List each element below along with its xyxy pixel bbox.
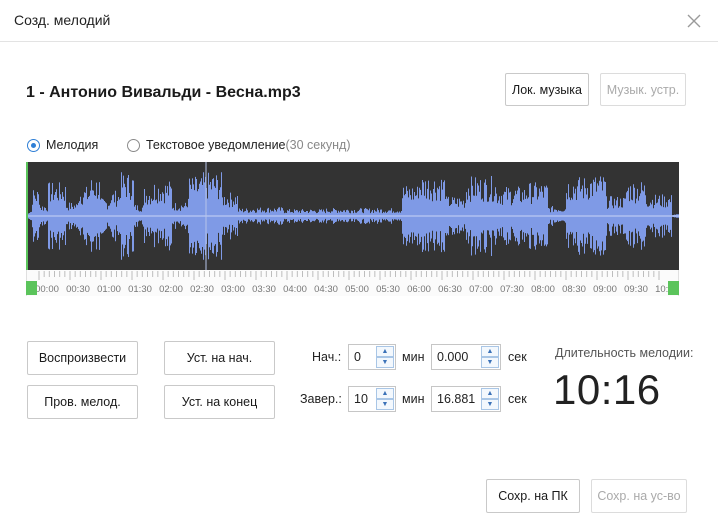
ruler-tick-label: 08:00	[531, 284, 555, 295]
play-button[interactable]: Воспроизвести	[27, 341, 138, 375]
end-label: Завер.:	[300, 392, 342, 406]
start-sec-down-icon[interactable]: ▼	[481, 357, 499, 368]
ruler-tick-label: 05:30	[376, 284, 400, 295]
ruler-tick-label: 04:30	[314, 284, 338, 295]
close-icon[interactable]	[684, 11, 704, 31]
duration-value: 10:16	[553, 366, 661, 413]
ruler-tick-label: 09:00	[593, 284, 617, 295]
ruler-tick-label: 04:00	[283, 284, 307, 295]
text-notification-label: Текстовое уведомление	[146, 138, 286, 152]
start-sec-stepper[interactable]: 0.000 ▲ ▼	[431, 344, 501, 370]
ruler-tick-label: 06:30	[438, 284, 462, 295]
start-label: Нач.:	[312, 350, 342, 364]
duration-label: Длительность мелодии:	[555, 346, 694, 360]
end-min-stepper[interactable]: 10 ▲ ▼	[348, 386, 396, 412]
preview-melody-button[interactable]: Пров. мелод.	[27, 385, 138, 419]
ruler-tick-label: 01:30	[128, 284, 152, 295]
ruler-tick-label: 05:00	[345, 284, 369, 295]
device-music-button[interactable]: Музык. устр.	[600, 73, 686, 106]
track-title: 1 - Антонио Вивальди - Весна.mp3	[26, 84, 301, 101]
end-sec-value: 16.881	[437, 392, 476, 406]
end-min-value: 10	[354, 392, 368, 406]
text-notification-hint: (30 секунд)	[285, 138, 351, 152]
ruler-tick-label: 09:30	[624, 284, 648, 295]
end-sec-down-icon[interactable]: ▼	[481, 399, 499, 410]
start-min-up-icon[interactable]: ▲	[376, 346, 394, 357]
title-bar: Созд. мелодий	[0, 0, 718, 42]
text-notification-radio[interactable]	[127, 138, 140, 152]
save-to-pc-button[interactable]: Сохр. на ПК	[486, 479, 580, 513]
ruler-tick-label: 00:00	[35, 284, 59, 295]
melody-radio-label: Мелодия	[46, 138, 99, 152]
ruler-tick-label: 03:30	[252, 284, 276, 295]
ruler-tick-label: 07:00	[469, 284, 493, 295]
timeline-ruler[interactable]: 00:00 00:30 01:00 01:30 02:00 02:30 03:00 03:30…	[26, 270, 679, 296]
start-min-value: 0	[354, 350, 361, 364]
ruler-tick-label: 07:30	[500, 284, 524, 295]
ruler-tick-label: 08:30	[562, 284, 586, 295]
ruler-tick-label: 06:00	[407, 284, 431, 295]
end-min-down-icon[interactable]: ▼	[376, 399, 394, 410]
window-title: Созд. мелодий	[14, 12, 111, 28]
end-sec-stepper[interactable]: 16.881 ▲ ▼	[431, 386, 501, 412]
end-min-up-icon[interactable]: ▲	[376, 388, 394, 399]
waveform-panel[interactable]	[26, 162, 679, 270]
start-handle[interactable]	[26, 281, 37, 295]
start-sec-unit: сек	[508, 350, 527, 364]
set-start-button[interactable]: Уст. на нач.	[164, 341, 275, 375]
start-min-down-icon[interactable]: ▼	[376, 357, 394, 368]
start-sec-value: 0.000	[437, 350, 469, 364]
end-sec-up-icon[interactable]: ▲	[481, 388, 499, 399]
save-to-device-button[interactable]: Сохр. на ус-во	[591, 479, 687, 513]
melody-radio-option[interactable]: Мелодия	[27, 138, 98, 152]
waveform[interactable]	[26, 162, 679, 270]
start-min-unit: мин	[402, 350, 425, 364]
local-music-button[interactable]: Лок. музыка	[505, 73, 589, 106]
end-sec-unit: сек	[508, 392, 527, 406]
ruler-tick-label: 02:00	[159, 284, 183, 295]
set-end-button[interactable]: Уст. на конец	[164, 385, 275, 419]
melody-radio[interactable]	[27, 138, 40, 152]
end-min-unit: мин	[402, 392, 425, 406]
text-notification-radio-option[interactable]: Текстовое уведомление (30 секунд)	[127, 138, 350, 152]
end-handle[interactable]	[668, 281, 679, 295]
start-sec-up-icon[interactable]: ▲	[481, 346, 499, 357]
ruler-tick-label: 03:00	[221, 284, 245, 295]
ruler-tick-label: 02:30	[190, 284, 214, 295]
ruler-tick-label: 01:00	[97, 284, 121, 295]
ruler-tick-label: 00:30	[66, 284, 90, 295]
start-min-stepper[interactable]: 0 ▲ ▼	[348, 344, 396, 370]
